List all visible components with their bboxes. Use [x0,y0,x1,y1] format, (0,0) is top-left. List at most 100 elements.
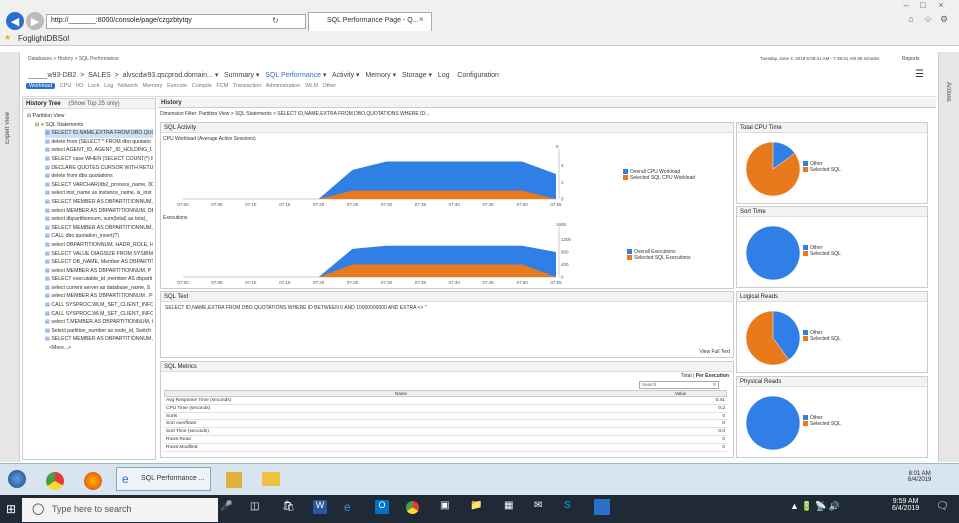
tree-sql-item[interactable]: ▤ SELECT VARCHAR(db2_process_name, 30 [45,181,153,190]
time-range[interactable]: Tuesday, June 4, 2019 6:08:41 AM - 7:38:… [760,56,879,61]
submenu-fcm[interactable]: FCM [216,83,228,89]
menu-memory[interactable]: Memory [365,72,390,79]
submenu-lock[interactable]: Lock [88,83,100,89]
more-link[interactable]: <More...> [27,344,153,353]
tree-sql-item[interactable]: ▤ select T.MEMBER AS DBPARTITIONNUM, C [45,318,153,327]
table-row[interactable]: Avg Response Time (seconds) 0.41 [164,397,727,405]
breadcrumb-databases[interactable]: Databases [28,56,52,62]
view-full-text-link[interactable]: View Full Text [699,349,730,355]
favorites-icon[interactable]: ☆ [922,14,934,26]
tree-sql-item[interactable]: ▤ select MEMBER AS DBPARTITIONNUM, DB [45,207,153,216]
tree-sql-item[interactable]: ▤ select DBPARTITIONNUM, HADR_ROLE, H [45,241,153,250]
col-name[interactable]: Name [395,391,407,396]
back-icon[interactable]: ◀ [6,12,24,30]
actions-panel[interactable]: Actions [938,52,959,462]
folder-icon[interactable] [262,472,280,486]
metrics-search-input[interactable]: Search ⚲ [639,381,719,389]
forward-icon[interactable]: ▶ [26,12,44,30]
submenu-memory[interactable]: Memory [143,83,163,89]
expert-view-panel[interactable]: Expert View [0,52,20,462]
tree-sql-item[interactable]: ▤ select MEMBER AS DBPARTITIONNUM , PO [45,292,153,301]
menu-summary[interactable]: Summary [224,72,254,79]
table-row[interactable]: Sort overflows 0 [164,420,727,429]
table-row[interactable]: Rows Modified 0 [164,444,727,452]
maximize-icon[interactable]: □ [917,0,929,12]
total-link[interactable]: Total [681,373,692,379]
rdp-icon[interactable] [594,499,610,515]
submenu-workload[interactable]: Workload [26,83,56,89]
word-icon[interactable]: W [313,500,327,514]
submenu-other[interactable]: Other [323,83,337,89]
home-icon[interactable]: ⌂ [905,14,917,26]
reports-button[interactable]: Reports [902,56,920,62]
close-tab-icon[interactable]: × [419,15,424,24]
tree-sql-item[interactable]: ▤ SELECT ID,NAME,EXTRA FROM DBO.QUOTATIO [45,129,153,138]
start-orb-icon[interactable] [8,470,26,488]
system-clock[interactable]: 9:59 AM 6/4/2019 [892,498,919,512]
tree-sql-item[interactable]: ▤ select AGENT_ID, AGENT_ID_HOLDING_L [45,146,153,155]
browser-tab[interactable]: SQL Performance Page - Q... [308,12,432,31]
address-bar[interactable]: http://_______:8000/console/page/czgzbty… [46,14,306,29]
windows-start-icon[interactable]: ⊞ [6,502,16,516]
refresh-icon[interactable]: ↻ [272,16,279,25]
tree-sql-item[interactable]: ▤ CALL SYSPROC.WLM_SET_CLIENT_INFO(? [45,301,153,310]
firefox-icon[interactable] [84,472,102,490]
col-value[interactable]: Value [675,391,686,396]
favorite-foglight[interactable]: FoglightDBSol [18,34,69,43]
chrome-icon[interactable] [46,472,64,490]
outlook-icon[interactable]: O [375,500,389,514]
tree-sql-item[interactable]: ▤ DECLARE QUOTES CURSOR WITH RETURN [45,164,153,173]
tree-sql-item[interactable]: ▤ SELECT case WHEN (SELECT COUNT(*) F [45,155,153,164]
table-row[interactable]: Sorts 0 [164,413,727,421]
tree-sql-item[interactable]: ▤ Select partition_number as node_id, Sw… [45,327,153,336]
submenu-administration[interactable]: Administration [266,83,301,89]
submenu-compile[interactable]: Compile [192,83,212,89]
chrome-taskbar-icon[interactable] [406,501,419,514]
mail-icon[interactable]: ✉ [534,500,542,511]
tree-sql-item[interactable]: ▤ delete from dbo.quotations [45,172,153,181]
store-icon[interactable]: 🛍 [282,501,295,512]
edge-icon[interactable]: e [344,500,351,514]
app-icon[interactable] [226,472,242,488]
menu-activity[interactable]: Activity [332,72,354,79]
close-icon[interactable]: × [935,0,947,12]
tree-sql-item[interactable]: ▤ SELECT DB_NAME, Member AS DBPARTIT [45,258,153,267]
show-top-25[interactable]: (Show Top 25 only) [68,101,119,107]
breadcrumb-history[interactable]: History [58,56,74,62]
submenu-network[interactable]: Network [118,83,138,89]
instance-selector[interactable]: _____w93-DB2 > SALES > alvscdw93.qscprod… [28,71,218,79]
task-view-icon[interactable]: ◫ [250,501,259,512]
windows-search-box[interactable]: ◯ Type here to search [22,498,218,522]
menu-log[interactable]: Log [438,72,450,79]
settings-icon[interactable]: ⚙ [938,14,950,26]
mic-icon[interactable]: 🎤 [220,501,232,512]
taskbar-sql-performance[interactable]: e SQL Performance ... [116,467,211,491]
system-tray[interactable]: ▲ 🔋 📡 🔊 [790,501,840,512]
app-taskbar-icon[interactable]: ▣ [440,500,449,511]
menu-sql-performance[interactable]: SQL Performance [265,72,321,79]
tree-sql-item[interactable]: ▤ select current server as database_name… [45,284,153,293]
tree-sql-item[interactable]: ▤ SELECT MEMBER AS DBPARTITIONNUM, C [45,335,153,344]
explorer-icon[interactable]: 📁 [470,500,482,511]
window-icon[interactable]: ▦ [504,500,513,511]
submenu-log[interactable]: Log [104,83,113,89]
submenu-transaction[interactable]: Transaction [233,83,262,89]
tree-sql-item[interactable]: ▤ SELECT VALUE DIAGSIZE FROM SYSIBMAD [45,250,153,259]
tree-sql-item[interactable]: ▤ select dbpartitionnum, sum(total) as t… [45,215,153,224]
tree-sql-item[interactable]: ▤ SELECT MEMBER AS DBPARTITIONNUM, a [45,198,153,207]
tree-sql-item[interactable]: ▤ select inst_name as instance_name, is_… [45,189,153,198]
tree-sql-item[interactable]: ▤ CALL dbo.quotation_insert(?) [45,232,153,241]
submenu-execute[interactable]: Execute [167,83,187,89]
submenu-wlm[interactable]: WLM [305,83,318,89]
hamburger-icon[interactable]: ☰ [915,69,924,80]
menu-configuration[interactable]: Configuration [457,72,499,79]
notifications-icon[interactable]: 🗨 [936,501,949,512]
table-row[interactable]: CPU Time (seconds) 0.2 [164,405,727,413]
tree-sql-item[interactable]: ▤ delete from (SELECT * FROM dbo.quotati… [45,138,153,147]
submenu-cpu[interactable]: CPU [60,83,72,89]
tree-sql-item[interactable]: ▤ select MEMBER AS DBPARTITIONNUM, P [45,267,153,276]
menu-storage[interactable]: Storage [402,72,427,79]
tree-sql-item[interactable]: ▤ SELECT MEMBER AS DBPARTITIONNUM, S [45,224,153,233]
skype-icon[interactable]: S [564,500,571,511]
per-execution-link[interactable]: Per Execution [696,373,729,379]
